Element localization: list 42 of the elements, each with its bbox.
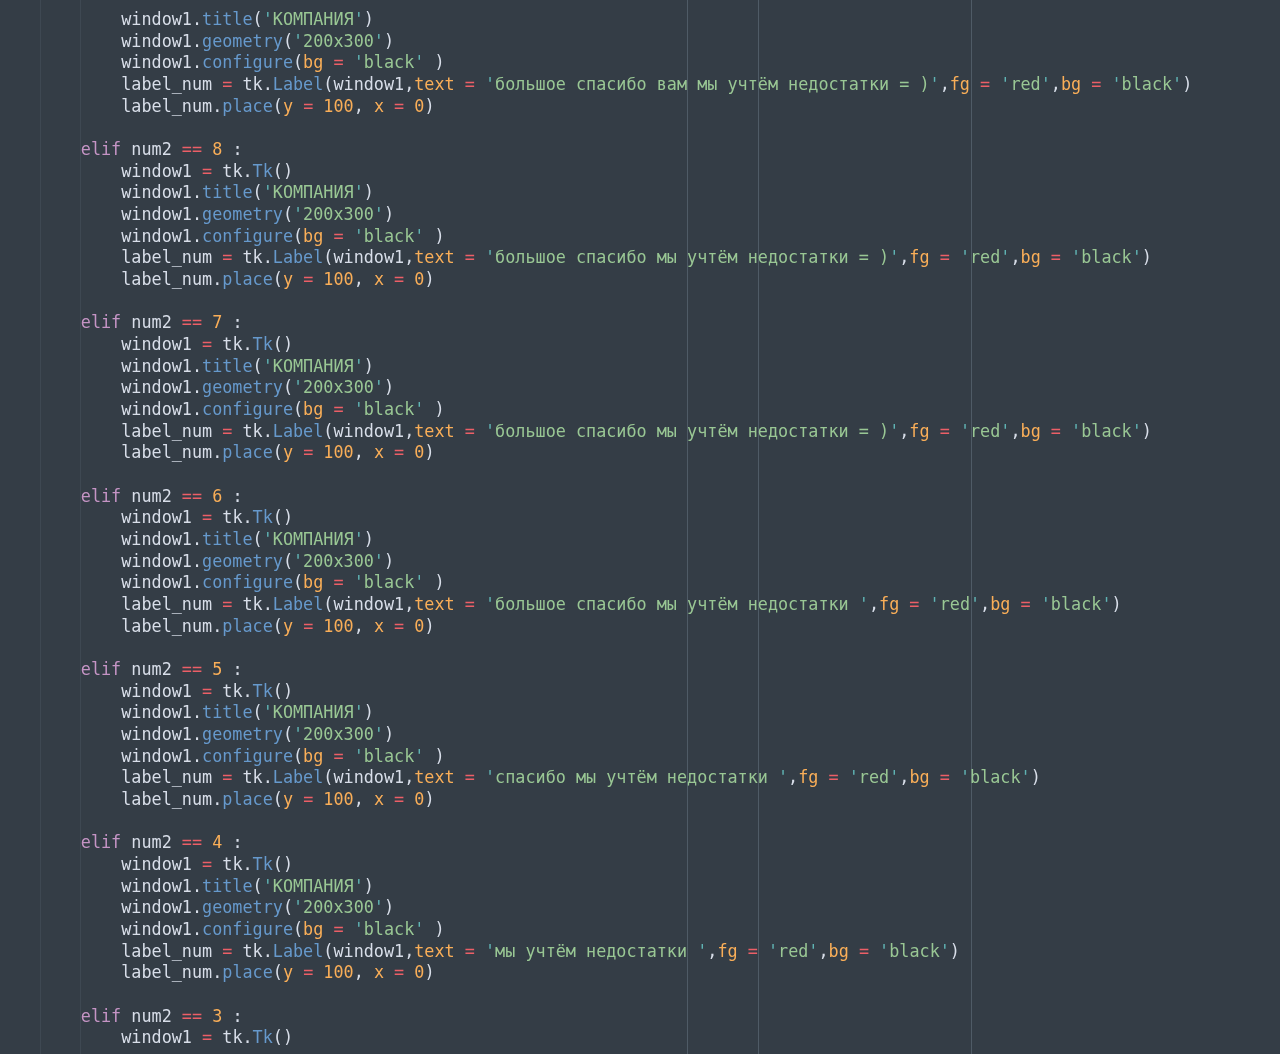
code-line: elif num2 == 6 :: [80, 485, 243, 506]
code-line: elif num2 == 7 :: [80, 312, 243, 333]
code-line: label_num = tk.Label(window1,text = 'большое спасибо мы учтём недостатки ',fg = 'red',bg = 'black'): [121, 594, 1122, 615]
code-line: window1.geometry('200x300'): [121, 897, 395, 918]
code-line: label_num.place(y = 100, x = 0): [121, 615, 435, 636]
code-line: elif num2 == 3 :: [80, 1005, 243, 1026]
code-line: window1.geometry('200x300'): [121, 724, 395, 745]
code-line: label_num = tk.Label(window1,text = 'спасибо мы учтём недостатки ',fg = 'red',bg = 'black'): [121, 767, 1041, 788]
code-line: window1.title('КОМПАНИЯ'): [121, 875, 374, 896]
code-line: elif num2 == 5 :: [80, 659, 243, 680]
code-line: window1.geometry('200x300'): [121, 377, 395, 398]
code-line: window1 = tk.Tk(): [121, 680, 294, 701]
code-line: window1.title('КОМПАНИЯ'): [121, 355, 374, 376]
code-line: window1 = tk.Tk(): [121, 160, 294, 181]
code-line: window1.configure(bg = 'black' ): [121, 52, 445, 73]
code-line: window1.geometry('200x300'): [121, 30, 395, 51]
code-line: window1 = tk.Tk(): [121, 334, 294, 355]
code-line: window1.configure(bg = 'black' ): [121, 572, 445, 593]
code-line: label_num.place(y = 100, x = 0): [121, 269, 435, 290]
code-line: label_num = tk.Label(window1,text = 'большое спасибо мы учтём недостатки = )',fg = 'red',bg = 'black'): [121, 247, 1152, 268]
code-line: window1.title('КОМПАНИЯ'): [121, 182, 374, 203]
code-line: label_num.place(y = 100, x = 0): [121, 442, 435, 463]
code-line: window1.configure(bg = 'black' ): [121, 225, 445, 246]
code-line: window1.title('КОМПАНИЯ'): [121, 9, 374, 29]
code-line: label_num = tk.Label(window1,text = 'большое спасибо вам мы учтём недостатки = )',fg = 'red',bg = 'black'): [121, 74, 1193, 94]
code-line: label_num.place(y = 100, x = 0): [121, 962, 435, 983]
code-line: label_num.place(y = 100, x = 0): [121, 95, 435, 116]
code-line: window1.geometry('200x300'): [121, 550, 395, 571]
code-line: elif num2 == 8 :: [80, 139, 243, 159]
code-line: window1.geometry('200x300'): [121, 204, 395, 225]
code-line: label_num.place(y = 100, x = 0): [121, 789, 435, 810]
code-line: window1 = tk.Tk(): [121, 1027, 294, 1048]
code-line: elif num2 == 4 :: [80, 832, 243, 853]
code-line: window1.configure(bg = 'black' ): [121, 919, 445, 940]
code-line: window1.title('КОМПАНИЯ'): [121, 702, 374, 723]
code-line: label_num = tk.Label(window1,text = 'мы учтём недостатки ',fg = 'red',bg = 'black'): [121, 940, 960, 961]
code-line: window1 = tk.Tk(): [121, 854, 294, 875]
code-line: window1.configure(bg = 'black' ): [121, 399, 445, 420]
code-line: label_num = tk.Label(window1,text = 'большое спасибо мы учтём недостатки = )',fg = 'red',bg = 'black'): [121, 420, 1152, 441]
code-line: window1.configure(bg = 'black' ): [121, 745, 445, 766]
code-line: window1.title('КОМПАНИЯ'): [121, 529, 374, 550]
code-line: window1 = tk.Tk(): [121, 507, 294, 528]
